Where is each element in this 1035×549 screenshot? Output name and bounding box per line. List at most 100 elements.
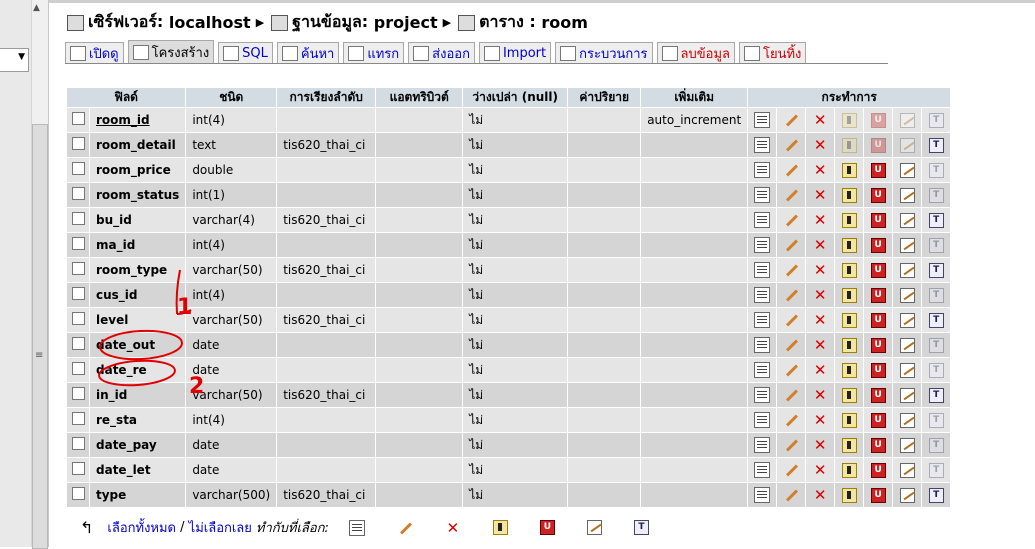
fulltext-icon[interactable]: T [928, 262, 944, 278]
index-icon[interactable] [899, 287, 915, 303]
edit-icon[interactable] [783, 387, 799, 403]
drop-icon[interactable]: ✕ [812, 487, 828, 503]
tab-browse[interactable]: เปิดดู [65, 42, 124, 64]
drop-icon[interactable]: ✕ [812, 162, 828, 178]
row-checkbox[interactable] [71, 162, 85, 175]
browse-icon[interactable] [348, 519, 365, 536]
row-checkbox[interactable] [71, 487, 85, 500]
row-checkbox[interactable] [71, 462, 85, 475]
breadcrumb-table[interactable]: room [541, 13, 588, 32]
index-icon[interactable] [899, 437, 915, 453]
row-checkbox[interactable] [71, 112, 85, 125]
edit-icon[interactable] [783, 112, 799, 128]
field-name[interactable]: room_id [90, 108, 186, 132]
drop-icon[interactable]: ✕ [812, 412, 828, 428]
row-checkbox[interactable] [71, 137, 85, 150]
uncheck-all-link[interactable]: ไม่เลือกเลย [189, 517, 252, 538]
index-icon[interactable] [899, 337, 915, 353]
primary-key-icon[interactable] [841, 412, 857, 428]
row-checkbox[interactable] [71, 287, 85, 300]
primary-key-icon[interactable] [841, 362, 857, 378]
field-name[interactable]: re_sta [90, 408, 186, 432]
row-checkbox[interactable] [71, 387, 85, 400]
field-name[interactable]: type [90, 483, 186, 507]
index-icon[interactable] [899, 237, 915, 253]
unique-icon[interactable]: U [870, 462, 886, 478]
unique-icon[interactable]: U [870, 212, 886, 228]
row-checkbox[interactable] [71, 187, 85, 200]
fulltext-icon[interactable]: T [928, 487, 944, 503]
field-name[interactable]: room_type [90, 258, 186, 282]
field-name[interactable]: date_re [90, 358, 186, 382]
browse-icon[interactable] [754, 112, 771, 128]
browse-icon[interactable] [754, 387, 771, 403]
unique-icon[interactable]: U [870, 412, 886, 428]
breadcrumb-server[interactable]: localhost [169, 13, 251, 32]
edit-icon[interactable] [783, 212, 799, 228]
primary-key-icon[interactable] [841, 312, 857, 328]
unique-icon[interactable]: U [539, 520, 555, 535]
unique-icon[interactable]: U [870, 387, 886, 403]
index-icon[interactable] [899, 162, 915, 178]
drop-icon[interactable]: ✕ [812, 337, 828, 353]
drop-icon[interactable]: ✕ [812, 262, 828, 278]
drop-icon[interactable]: ✕ [812, 387, 828, 403]
browse-icon[interactable] [754, 337, 771, 353]
index-icon[interactable] [586, 520, 602, 535]
field-name[interactable]: date_out [90, 333, 186, 357]
primary-key-icon[interactable] [841, 387, 857, 403]
browse-icon[interactable] [754, 212, 771, 228]
field-name[interactable]: room_detail [90, 133, 186, 157]
edit-icon[interactable] [783, 487, 799, 503]
primary-key-icon[interactable] [841, 187, 857, 203]
edit-icon[interactable] [783, 362, 799, 378]
edit-icon[interactable] [783, 412, 799, 428]
drop-icon[interactable]: ✕ [812, 237, 828, 253]
browse-icon[interactable] [754, 462, 771, 478]
edit-icon[interactable] [783, 312, 799, 328]
tab-drop[interactable]: โยนทิ้ง [739, 42, 807, 64]
index-icon[interactable] [899, 187, 915, 203]
tab-structure[interactable]: โครงสร้าง [127, 40, 215, 64]
column-header-field[interactable]: ฟิลด์ [67, 88, 186, 107]
index-icon[interactable] [899, 362, 915, 378]
row-checkbox[interactable] [71, 437, 85, 450]
scroll-up-icon[interactable]: ▲ [33, 3, 40, 13]
browse-icon[interactable] [754, 312, 771, 328]
edit-icon[interactable] [783, 162, 799, 178]
browse-icon[interactable] [754, 237, 771, 253]
browse-icon[interactable] [754, 162, 771, 178]
drop-icon[interactable]: ✕ [812, 137, 828, 153]
primary-key-icon[interactable] [841, 287, 857, 303]
fulltext-icon[interactable]: T [928, 212, 944, 228]
edit-icon[interactable] [397, 520, 413, 536]
browse-icon[interactable] [754, 137, 771, 153]
index-icon[interactable] [899, 387, 915, 403]
primary-key-icon[interactable] [841, 162, 857, 178]
unique-icon[interactable]: U [870, 437, 886, 453]
edit-icon[interactable] [783, 462, 799, 478]
index-icon[interactable] [899, 412, 915, 428]
primary-key-icon[interactable] [841, 337, 857, 353]
field-name[interactable]: date_let [90, 458, 186, 482]
primary-key-icon[interactable] [841, 237, 857, 253]
drop-icon[interactable]: ✕ [812, 287, 828, 303]
primary-key-icon[interactable] [841, 262, 857, 278]
edit-icon[interactable] [783, 137, 799, 153]
unique-icon[interactable]: U [870, 162, 886, 178]
index-icon[interactable] [899, 312, 915, 328]
unique-icon[interactable]: U [870, 362, 886, 378]
unique-icon[interactable]: U [870, 487, 886, 503]
browse-icon[interactable] [754, 362, 771, 378]
fulltext-icon[interactable]: T [928, 312, 944, 328]
tab-insert[interactable]: แทรก [343, 42, 405, 64]
fulltext-icon[interactable]: T [633, 520, 649, 535]
scrollbar-thumb[interactable] [32, 124, 48, 549]
fulltext-icon[interactable]: T [928, 387, 944, 403]
tab-empty[interactable]: ลบข้อมูล [656, 42, 735, 64]
breadcrumb-database[interactable]: project [374, 13, 438, 32]
field-name[interactable]: cus_id [90, 283, 186, 307]
row-checkbox[interactable] [71, 362, 85, 375]
primary-key-icon[interactable] [841, 212, 857, 228]
row-checkbox[interactable] [71, 262, 85, 275]
